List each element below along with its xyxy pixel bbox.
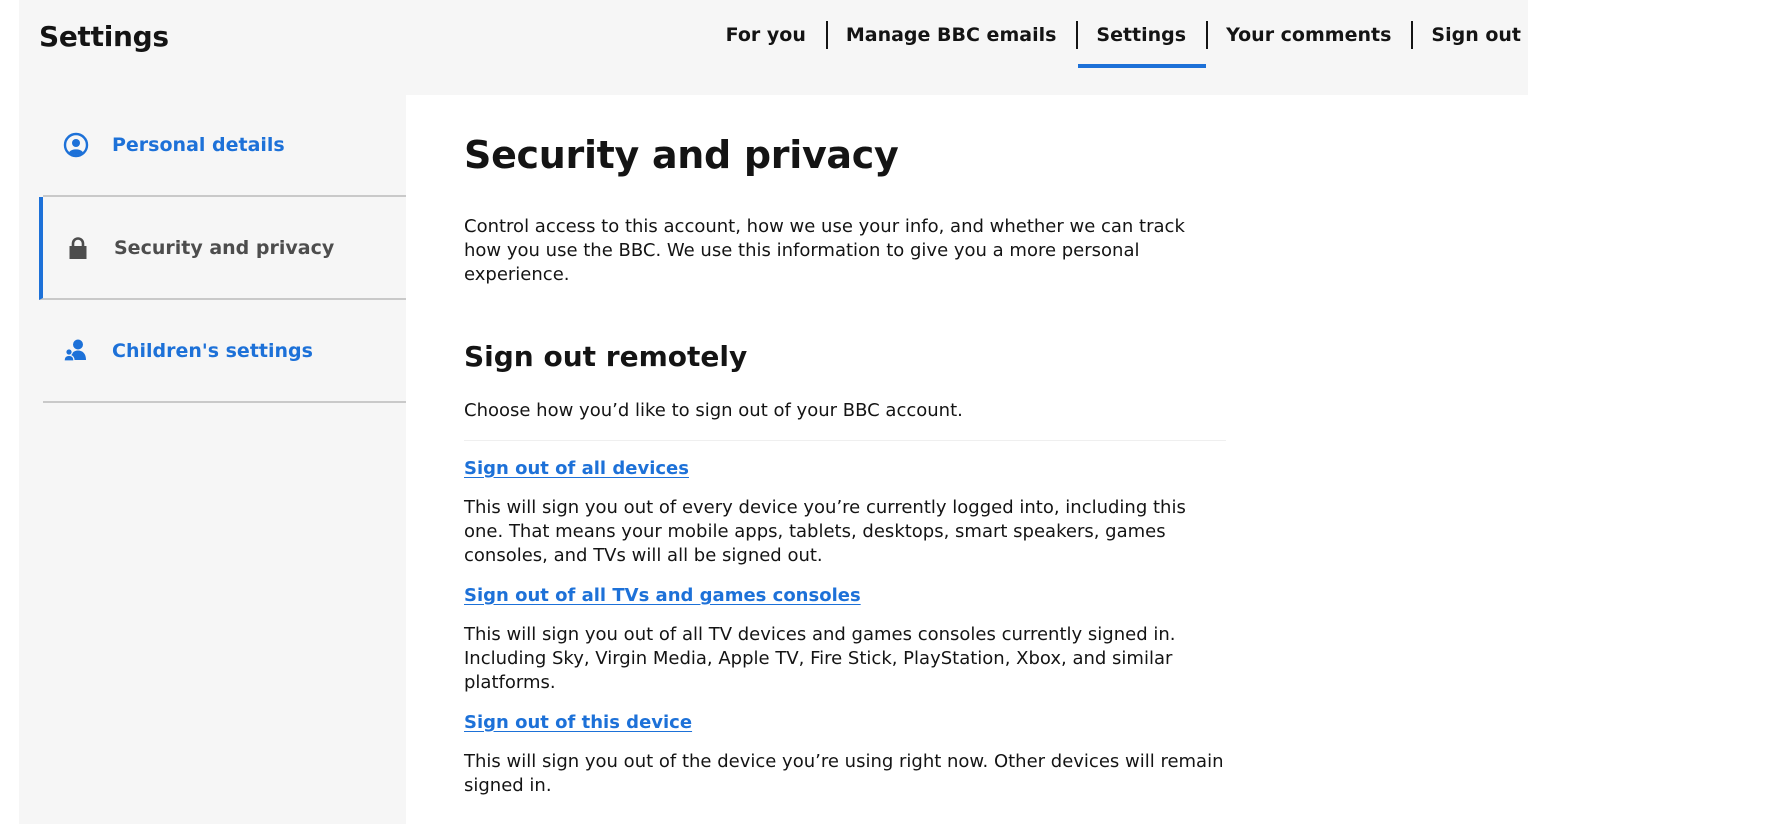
sign-out-option: Sign out of all TVs and games consoles T… — [464, 568, 1226, 695]
option-description: This will sign you out of the device you… — [464, 751, 1224, 796]
account-nav: For you Manage BBC emails Settings Your … — [726, 18, 1521, 68]
sidebar-item-label: Children's settings — [112, 339, 313, 362]
header: Settings For you Manage BBC emails Setti… — [19, 0, 1528, 95]
sidebar: Personal details Security and privacy Ch… — [39, 95, 406, 403]
header-title: Settings — [39, 20, 169, 53]
section-title: Sign out remotely — [464, 340, 748, 373]
option-description: This will sign you out of every device y… — [464, 497, 1186, 566]
nav-label: For you — [725, 24, 806, 46]
nav-label: Manage BBC emails — [845, 24, 1057, 46]
page-intro: Control access to this account, how we u… — [464, 216, 1185, 285]
section-intro: Choose how you’d like to sign out of you… — [464, 399, 1226, 441]
sidebar-item-security-and-privacy[interactable]: Security and privacy — [39, 197, 406, 300]
nav-label: Settings — [1096, 24, 1187, 46]
user-circle-icon — [63, 132, 89, 158]
nav-label: Sign out — [1431, 24, 1521, 46]
sidebar-item-childrens-settings[interactable]: Children's settings — [43, 300, 406, 403]
nav-for-you[interactable]: For you — [726, 18, 826, 68]
sign-out-option: Sign out of all devices This will sign y… — [464, 441, 1226, 568]
sign-out-all-devices-link[interactable]: Sign out of all devices — [464, 457, 689, 481]
nav-label: Your comments — [1226, 24, 1392, 46]
sign-out-this-device-link[interactable]: Sign out of this device — [464, 711, 692, 735]
nav-settings[interactable]: Settings — [1076, 18, 1206, 68]
sign-out-tvs-consoles-link[interactable]: Sign out of all TVs and games consoles — [464, 584, 861, 608]
nav-sign-out[interactable]: Sign out — [1411, 18, 1521, 68]
main-content: Security and privacy Control access to t… — [406, 95, 1528, 824]
settings-frame: Settings For you Manage BBC emails Setti… — [19, 0, 1528, 824]
nav-your-comments[interactable]: Your comments — [1206, 18, 1411, 68]
page-title: Security and privacy — [464, 133, 899, 177]
content-column: Security and privacy Control access to t… — [464, 131, 1226, 798]
sidebar-item-personal-details[interactable]: Personal details — [43, 95, 406, 197]
nav-manage-bbc-emails[interactable]: Manage BBC emails — [825, 18, 1077, 68]
option-description: This will sign you out of all TV devices… — [464, 624, 1176, 693]
sidebar-item-label: Security and privacy — [114, 236, 335, 259]
sidebar-item-label: Personal details — [112, 134, 285, 156]
sign-out-option: Sign out of this device This will sign y… — [464, 695, 1226, 798]
lock-icon — [65, 235, 91, 261]
parent-child-icon — [63, 338, 89, 364]
